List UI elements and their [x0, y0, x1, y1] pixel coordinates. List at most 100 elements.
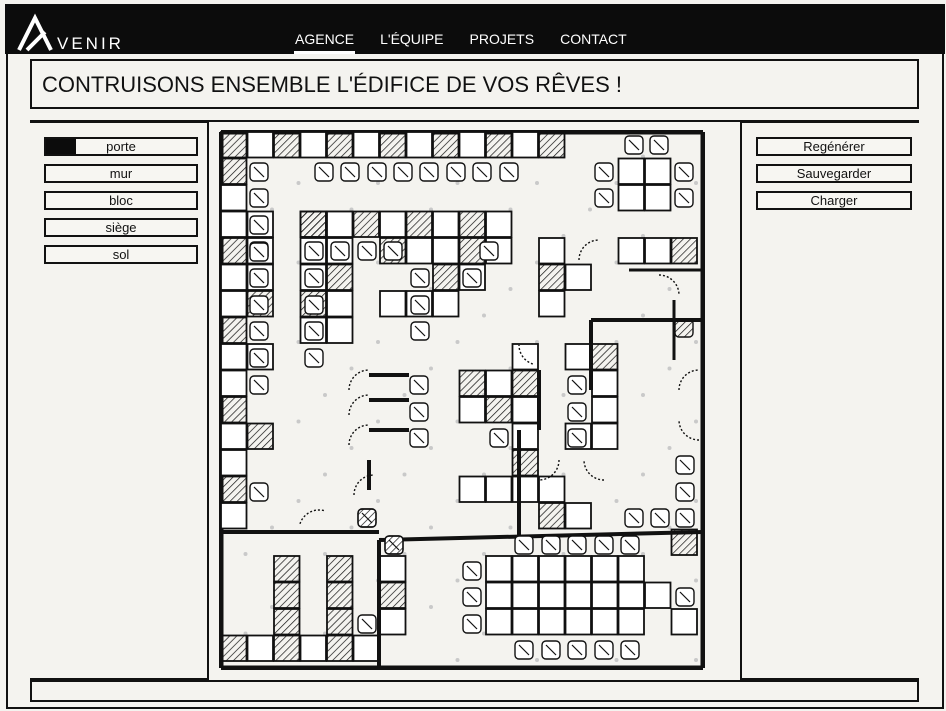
block [432, 237, 460, 265]
floor [641, 472, 645, 477]
block [220, 475, 248, 503]
floor [535, 658, 539, 662]
nav-contact[interactable]: CONTACT [559, 31, 628, 54]
floor [588, 207, 592, 212]
floor [323, 393, 327, 397]
block [538, 555, 566, 583]
floor [376, 499, 380, 503]
block [564, 502, 592, 530]
block [644, 184, 672, 212]
block [511, 555, 539, 583]
block [538, 581, 566, 609]
floor [694, 340, 698, 344]
block [326, 634, 354, 662]
door [578, 239, 600, 261]
block [326, 290, 354, 318]
block [220, 343, 248, 371]
floor [296, 499, 301, 503]
floor [667, 446, 672, 450]
block [220, 157, 248, 185]
door [583, 459, 605, 481]
block [299, 210, 327, 238]
block [538, 608, 566, 636]
block [432, 263, 460, 291]
block [670, 608, 698, 636]
block [246, 422, 274, 450]
block [405, 210, 433, 238]
nav-agence[interactable]: AGENCE [294, 31, 356, 54]
block [432, 210, 460, 238]
door [299, 509, 326, 525]
nav-equipe[interactable]: L'ÉQUIPE [379, 31, 444, 54]
block [273, 608, 301, 636]
regenerate-button[interactable]: Regénérer [756, 137, 912, 156]
tool-sol-button[interactable]: sol [44, 245, 198, 264]
block [485, 581, 513, 609]
block [617, 237, 645, 265]
block [299, 131, 327, 159]
block [511, 343, 539, 371]
block [644, 157, 672, 185]
logo[interactable]: VENIR [17, 12, 137, 53]
block [644, 237, 672, 265]
block [246, 131, 274, 159]
floor [667, 287, 672, 291]
block [485, 555, 513, 583]
footer-bar [30, 680, 919, 702]
tool-panel: porte mur bloc siège sol [30, 121, 209, 680]
block [273, 581, 301, 609]
floor [296, 181, 301, 185]
tool-porte-button[interactable]: porte [44, 137, 198, 156]
floor [270, 525, 274, 530]
floor [694, 658, 698, 662]
block [485, 396, 513, 424]
floor [402, 472, 407, 477]
floor [243, 552, 248, 556]
block [511, 581, 539, 609]
block [326, 263, 354, 291]
block [511, 396, 539, 424]
block [220, 237, 248, 265]
block [564, 343, 592, 371]
block [220, 502, 248, 530]
block [326, 581, 354, 609]
seat [357, 508, 377, 528]
floor [694, 181, 698, 185]
save-button[interactable]: Sauvegarder [756, 164, 912, 183]
block [538, 237, 566, 265]
block [591, 555, 619, 583]
block [273, 131, 301, 159]
block [591, 608, 619, 636]
tool-bloc-button[interactable]: bloc [44, 191, 198, 210]
block [458, 131, 486, 159]
top-bar: VENIR AGENCE L'ÉQUIPE PROJETS CONTACT [5, 4, 945, 54]
floor [535, 181, 539, 185]
floor-plan-canvas[interactable] [219, 130, 705, 670]
block [299, 634, 327, 662]
floor [429, 446, 433, 450]
block [458, 210, 486, 238]
block [591, 343, 619, 371]
floor [323, 472, 327, 477]
block [617, 581, 645, 609]
floor [455, 578, 460, 583]
tool-mur-button[interactable]: mur [44, 164, 198, 183]
floor [349, 366, 354, 371]
block [352, 634, 380, 662]
floor [694, 419, 698, 424]
floor [614, 499, 619, 503]
floor [641, 313, 645, 318]
tool-siege-button[interactable]: siège [44, 218, 198, 237]
page-title: CONTRUISONS ENSEMBLE L'ÉDIFICE DE VOS RÊ… [42, 72, 622, 97]
block [326, 210, 354, 238]
block [220, 449, 248, 477]
title-box: CONTRUISONS ENSEMBLE L'ÉDIFICE DE VOS RÊ… [30, 59, 919, 109]
nav-projets[interactable]: PROJETS [469, 31, 536, 54]
door [348, 394, 370, 416]
tool-label: porte [106, 139, 136, 154]
action-panel: Regénérer Sauvegarder Charger [740, 121, 919, 680]
block [458, 369, 486, 397]
load-button[interactable]: Charger [756, 191, 912, 210]
block [326, 131, 354, 159]
floor [429, 525, 433, 530]
